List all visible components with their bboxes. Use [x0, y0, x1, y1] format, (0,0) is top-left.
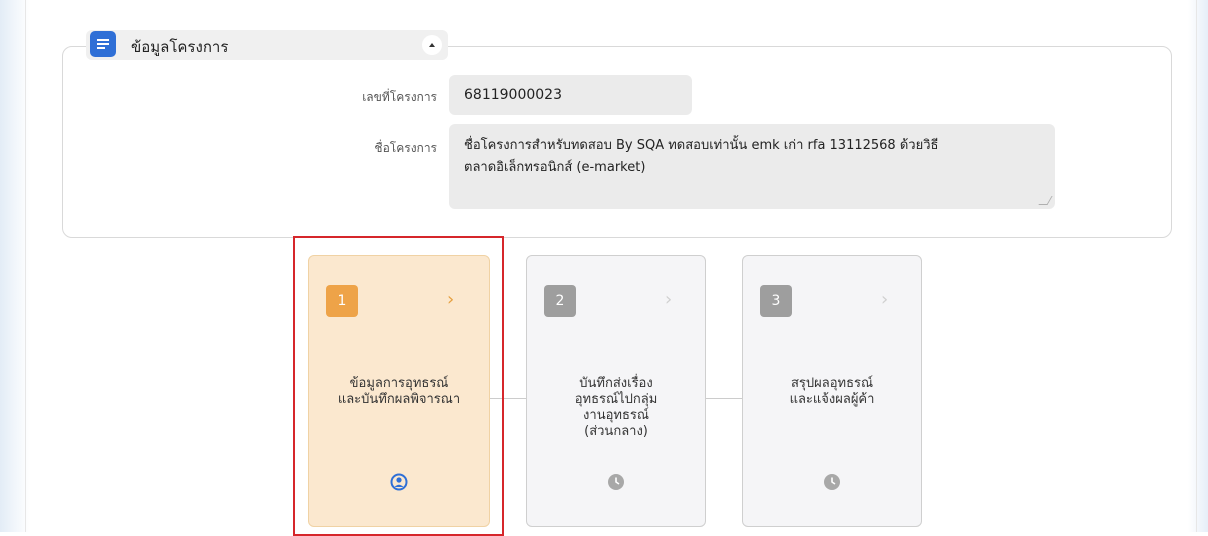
project-name-line-1: ชื่อโครงการสำหรับทดสอบ By SQA ทดสอบเท่าน…	[464, 138, 939, 153]
right-edge-shade	[1188, 0, 1208, 532]
step-connector-2	[706, 398, 742, 399]
project-info-panel: เลขที่โครงการ 68119000023 ชื่อโครงการ ชื…	[62, 46, 1172, 238]
clock-icon	[608, 474, 624, 490]
step-card-3[interactable]: 3 › สรุปผลอุทธรณ์ และแจ้งผลผู้ค้า	[742, 255, 922, 527]
left-divider	[25, 0, 26, 532]
project-info-title: ข้อมูลโครงการ	[131, 38, 229, 56]
project-name-field[interactable]: ชื่อโครงการสำหรับทดสอบ By SQA ทดสอบเท่าน…	[449, 124, 1055, 209]
step-number-2: 2	[544, 285, 576, 317]
chevron-right-icon: ›	[881, 289, 889, 310]
right-divider	[1196, 0, 1197, 532]
step-label-2: บันทึกส่งเรื่อง อุทธรณ์ไปกลุ่ม งานอุทธรณ…	[574, 376, 658, 439]
project-number-field[interactable]: 68119000023	[449, 75, 692, 115]
list-icon	[90, 31, 116, 57]
project-name-label: ชื่อโครงการ	[374, 141, 437, 155]
caret-up-icon[interactable]	[422, 35, 442, 55]
step-number-3: 3	[760, 285, 792, 317]
project-name-line-2: ตลาดอิเล็กทรอนิกส์ (e-market)	[464, 160, 646, 175]
project-number-label: เลขที่โครงการ	[362, 90, 437, 104]
chevron-right-icon: ›	[665, 289, 673, 310]
active-step-highlight	[293, 236, 504, 536]
resize-handle-icon[interactable]	[1038, 196, 1053, 205]
clock-icon	[824, 474, 840, 490]
step-card-2[interactable]: 2 › บันทึกส่งเรื่อง อุทธรณ์ไปกลุ่ม งานอุ…	[526, 255, 706, 527]
step-label-3: สรุปผลอุทธรณ์ และแจ้งผลผู้ค้า	[789, 376, 875, 407]
